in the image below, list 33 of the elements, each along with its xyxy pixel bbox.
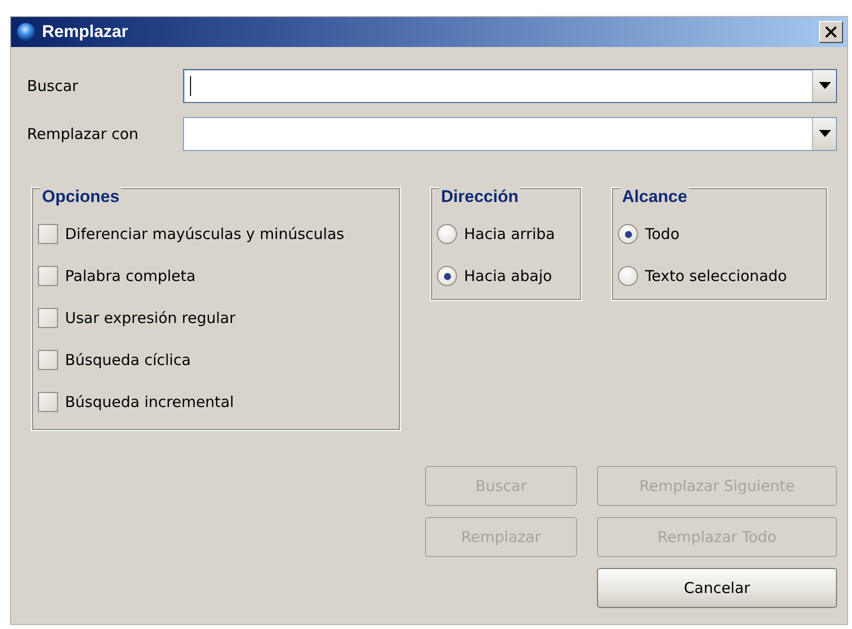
checkbox-label: Diferenciar mayúsculas y minúsculas <box>65 225 344 243</box>
dropdown-button[interactable] <box>812 70 836 102</box>
globe-icon <box>16 22 36 42</box>
close-button[interactable] <box>819 21 843 43</box>
field-label: Buscar <box>27 77 80 95</box>
combo-field[interactable] <box>183 117 837 151</box>
close-icon <box>824 25 838 39</box>
radio-label: Hacia abajo <box>464 267 552 285</box>
checkbox-label: Palabra completa <box>65 267 196 285</box>
field-label: Remplazar con <box>27 125 140 143</box>
radio-button[interactable] <box>437 224 457 244</box>
checkbox[interactable] <box>38 224 58 244</box>
window-title: Remplazar <box>42 22 129 42</box>
dialog-button[interactable]: Cancelar <box>597 568 837 608</box>
checkbox[interactable] <box>38 392 58 412</box>
checkbox-label: Búsqueda incremental <box>65 393 234 411</box>
text-cursor <box>190 76 191 96</box>
checkbox[interactable] <box>38 350 58 370</box>
radio-button[interactable] <box>618 224 638 244</box>
checkbox[interactable] <box>38 266 58 286</box>
radio-label: Hacia arriba <box>464 225 555 243</box>
radio-button[interactable] <box>437 266 457 286</box>
combo-field[interactable] <box>183 69 837 103</box>
checkbox[interactable] <box>38 308 58 328</box>
caret-icon <box>818 82 830 90</box>
group-title: Opciones <box>40 187 122 207</box>
dropdown-button[interactable] <box>812 118 836 150</box>
caret-icon <box>818 130 830 138</box>
radio-button[interactable] <box>618 266 638 286</box>
checkbox-label: Usar expresión regular <box>65 309 236 327</box>
radio-label: Texto seleccionado <box>645 267 787 285</box>
checkbox-label: Búsqueda cíclica <box>65 351 191 369</box>
radio-label: Todo <box>645 225 680 243</box>
